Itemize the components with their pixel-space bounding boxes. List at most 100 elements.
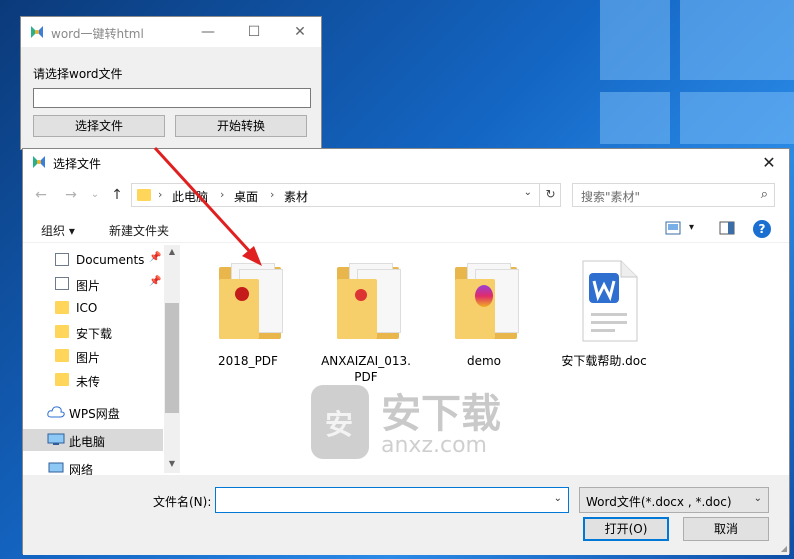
filetype-value: Word文件(*.docx , *.doc) [586,495,732,509]
search-box[interactable]: 搜索"素材" ⌕ [572,183,775,207]
maximize-button[interactable]: ☐ [231,17,277,47]
app-logo-icon [31,26,43,38]
breadcrumb-materials[interactable]: 素材 [284,188,308,205]
folder-icon [337,261,401,339]
breadcrumb-separator: › [158,188,163,201]
forward-button[interactable]: → [61,185,81,205]
watermark-text: 安下载 [381,391,501,437]
filetype-dropdown-icon: ⌄ [753,493,762,504]
close-button[interactable]: ✕ [277,17,323,47]
file-open-dialog: 选择文件 ✕ ← → ⌄ ↑ › 此电脑 › 桌面 › 素材 ⌄ ↻ 搜索"素材… [22,148,790,555]
view-dropdown-icon[interactable]: ▾ [689,222,694,233]
filetype-select[interactable]: Word文件(*.docx , *.doc) ⌄ [579,487,769,513]
desktop-window-logo-pane [600,92,670,144]
network-icon [48,462,64,473]
breadcrumb-desktop[interactable]: 桌面 [234,188,258,205]
sidebar-item-not-uploaded[interactable]: 未传 [23,369,163,391]
folder-icon [55,373,69,386]
converter-window: word一键转html — ☐ ✕ 请选择word文件 选择文件 开始转换 [20,16,322,150]
filename-label: 文件名(N): [153,495,212,509]
app-logo-icon [33,156,45,168]
file-item-anxaizai-013-pdf[interactable]: ANXAIZAI_013. PDF [311,249,421,389]
sidebar-item-ico[interactable]: ICO [23,297,163,319]
pin-icon: 📌 [149,252,162,263]
folder-icon [219,261,283,339]
desktop-window-logo-pane [600,0,670,80]
sidebar-item-label: 此电脑 [69,435,106,449]
folder-icon [55,301,69,314]
sidebar-item-pictures[interactable]: 图片 📌 [23,273,163,295]
sidebar-item-documents[interactable]: Documents 📌 [23,249,163,271]
folder-icon [55,325,69,338]
start-convert-button[interactable]: 开始转换 [175,115,307,137]
desktop-window-logo-pane [680,0,794,80]
address-bar[interactable]: › 此电脑 › 桌面 › 素材 ⌄ [131,183,561,207]
scroll-up-arrow[interactable]: ▲ [164,247,180,256]
wps-document-icon [582,260,638,342]
sidebar-item-label: 图片 [76,279,101,293]
breadcrumb-separator: › [270,188,275,201]
scrollbar-thumb[interactable] [165,303,179,413]
desktop-window-logo-pane [680,92,794,144]
filename-input[interactable]: ⌄ [215,487,569,513]
pictures-icon [55,277,69,290]
sidebar-item-this-pc[interactable]: 此电脑 [23,429,163,451]
folder-icon [137,189,151,201]
search-placeholder: 搜索"素材" [581,190,641,204]
dialog-title-bar: 选择文件 ✕ [23,149,789,177]
view-options-icon[interactable] [665,221,681,235]
file-name: 安下载帮助.doc [561,354,647,368]
folder-icon [455,261,519,339]
converter-title: word一键转html [51,27,144,41]
back-button[interactable]: ← [31,185,51,205]
file-item-2018-pdf[interactable]: 2018_PDF [193,249,303,389]
search-icon: ⌕ [760,187,768,202]
dialog-footer: 文件名(N): ⌄ Word文件(*.docx , *.doc) ⌄ 打开(O)… [23,475,789,555]
computer-icon [47,433,65,445]
breadcrumb-separator: › [220,188,225,201]
sidebar-item-network[interactable]: 网络 [23,457,163,475]
file-name: demo [466,354,502,368]
scroll-down-arrow[interactable]: ▼ [164,459,180,468]
preview-pane-icon[interactable] [719,221,735,235]
organize-menu[interactable]: 组织 ▾ [41,222,75,239]
choose-word-label: 请选择word文件 [33,67,123,81]
sidebar-item-label: 安下载 [76,327,113,341]
file-item-help-doc[interactable]: 安下载帮助.doc [549,249,659,389]
new-folder-button[interactable]: 新建文件夹 [109,222,169,239]
filename-dropdown-icon[interactable]: ⌄ [554,493,562,504]
document-icon [55,253,69,266]
command-bar: 组织 ▾ 新建文件夹 ▾ ? [23,215,789,243]
navigation-pane: Documents 📌 图片 📌 ICO 安下载 图片 未传 WPS网盘 此电脑… [23,245,179,475]
refresh-button[interactable]: ↻ [539,183,561,207]
file-item-demo[interactable]: demo [429,249,539,389]
watermark: 安 安下载 anxz.com [311,381,551,471]
folder-icon [55,349,69,362]
up-folder-button[interactable]: ↑ [107,185,127,205]
sidebar-item-label: Documents [76,253,145,267]
cancel-button[interactable]: 取消 [683,517,769,541]
sidebar-item-wps-cloud[interactable]: WPS网盘 [23,401,163,423]
sidebar-item-label: 网络 [69,463,94,475]
breadcrumb-this-pc[interactable]: 此电脑 [172,188,208,205]
sidebar-item-label: WPS网盘 [69,407,120,421]
dialog-title: 选择文件 [53,157,102,171]
choose-file-button[interactable]: 选择文件 [33,115,165,137]
navigation-scrollbar[interactable]: ▲ ▼ [164,245,180,473]
sidebar-item-pictures-folder[interactable]: 图片 [23,345,163,367]
sidebar-item-label: ICO [76,301,98,315]
open-button[interactable]: 打开(O) [583,517,669,541]
resize-grip-icon[interactable]: ◢ [781,544,787,553]
minimize-button[interactable]: — [185,17,231,47]
sidebar-item-anxiazai[interactable]: 安下载 [23,321,163,343]
sidebar-item-label: 未传 [76,375,101,389]
cloud-icon [47,406,65,418]
address-dropdown-icon[interactable]: ⌄ [524,187,532,198]
file-path-input[interactable] [33,88,311,108]
help-icon[interactable]: ? [753,220,771,238]
watermark-url: anxz.com [381,433,487,458]
dialog-close-button[interactable]: ✕ [749,149,789,177]
pin-icon: 📌 [149,276,162,287]
recent-locations-button[interactable]: ⌄ [85,185,105,205]
watermark-shield-icon: 安 [311,385,369,459]
